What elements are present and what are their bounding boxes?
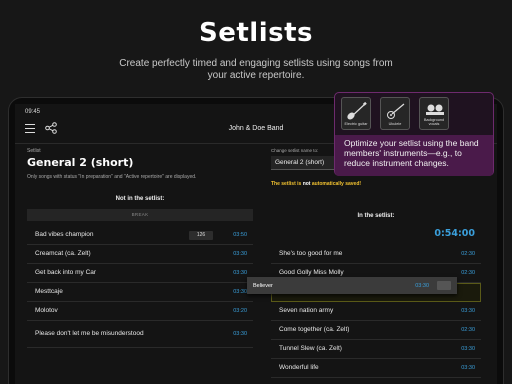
instrument-chips: Electric guitar Ukulele Background vocal… [341, 97, 449, 130]
setlist-name: General 2 (short) [27, 156, 134, 169]
list-item[interactable]: Seven nation army 03:30 [271, 302, 481, 321]
bpm-badge: 126 [189, 230, 213, 240]
song-title: Molotov [35, 307, 58, 314]
instrument-label: Background vocals [423, 118, 445, 126]
setlist-label: Setlist [27, 148, 41, 154]
song-duration: 02:30 [461, 270, 475, 276]
status-time: 09:45 [25, 109, 41, 115]
song-title: Please don't let me be misunderstood [35, 330, 144, 337]
electric-guitar-icon [347, 101, 367, 120]
dragging-song-row[interactable]: Believer 03:30 [247, 277, 457, 294]
warning-prefix: The setlist is [271, 181, 303, 187]
song-duration: 03:30 [233, 289, 247, 295]
song-title: Seven nation army [279, 307, 334, 314]
song-duration: 02:30 [461, 327, 475, 333]
not-saved-warning: The setlist is not automatically saved! [271, 181, 481, 187]
song-duration: 03:30 [461, 346, 475, 352]
song-duration: 03:20 [233, 308, 247, 314]
tooltip-text: Optimize your setlist using the band mem… [335, 135, 493, 176]
list-item[interactable]: Tunnel Slew (ca. Zelt) 03:30 [271, 340, 481, 359]
promo-title: Setlists [199, 18, 313, 48]
song-duration: 03:30 [233, 270, 247, 276]
instrument-label: Ukulele [388, 122, 402, 126]
song-title: Tunnel Slew (ca. Zelt) [279, 345, 342, 352]
status-filter-note: Only songs with status "In preparation" … [27, 174, 197, 180]
song-title: Bad vibes champion [35, 231, 94, 238]
song-title: Get back into my Car [35, 269, 97, 276]
song-duration: 03:30 [233, 331, 247, 337]
instrument-chip-electric-guitar[interactable]: Electric guitar [341, 97, 371, 130]
list-item[interactable]: Get back into my Car 03:30 [27, 264, 253, 283]
song-duration: 02:30 [461, 251, 475, 257]
song-title: Come together (ca. Zelt) [279, 326, 350, 333]
song-duration: 03:30 [461, 365, 475, 371]
list-item[interactable]: Wonderful life 03:30 [271, 359, 481, 378]
song-title: Good Golly Miss Molly [279, 269, 344, 276]
song-duration: 03:30 [461, 308, 475, 314]
song-duration: 03:30 [233, 251, 247, 257]
list-item[interactable]: Please don't let me be misunderstood 03:… [27, 321, 253, 348]
song-title: Believer [253, 282, 273, 289]
in-setlist-heading: In the setlist: [357, 213, 395, 219]
song-title: Creamcat (ca. Zelt) [35, 250, 91, 257]
list-item[interactable]: Bad vibes champion 126 03:50 [27, 226, 253, 245]
not-in-setlist-heading: Not in the setlist: [115, 196, 165, 202]
promo-subtitle: Create perfectly timed and engaging setl… [119, 58, 393, 81]
warning-suffix: automatically saved! [310, 181, 362, 187]
ukulele-icon [387, 103, 405, 119]
list-item[interactable]: Mesttcaje 03:30 [27, 283, 253, 302]
list-item[interactable]: Come together (ca. Zelt) 02:30 [271, 321, 481, 340]
setlist-songs-list: She's too good for me 02:30 Good Golly M… [271, 245, 481, 378]
instrument-chip-ukulele[interactable]: Ukulele [380, 97, 410, 130]
song-duration: 03:30 [415, 282, 429, 289]
left-pane: Setlist General 2 (short) Only songs wit… [27, 148, 253, 348]
song-title: Wonderful life [279, 364, 319, 371]
list-item[interactable]: Creamcat (ca. Zelt) 03:30 [27, 245, 253, 264]
available-songs-list: Bad vibes champion 126 03:50 Creamcat (c… [27, 226, 253, 348]
list-item[interactable]: Molotov 03:20 [27, 302, 253, 321]
instruments-tooltip: Electric guitar Ukulele Background vocal… [334, 92, 494, 176]
song-title: Mesttcaje [35, 288, 63, 295]
instrument-label: Electric guitar [344, 122, 368, 126]
break-item[interactable]: BREAK [27, 209, 253, 221]
total-duration: 0:54:00 [434, 228, 475, 239]
list-item[interactable]: She's too good for me 02:30 [271, 245, 481, 264]
instrument-chip-background-vocals[interactable]: Background vocals [419, 97, 449, 130]
song-title: She's too good for me [279, 250, 343, 257]
song-duration: 03:50 [233, 232, 247, 238]
drag-handle[interactable] [437, 281, 451, 290]
